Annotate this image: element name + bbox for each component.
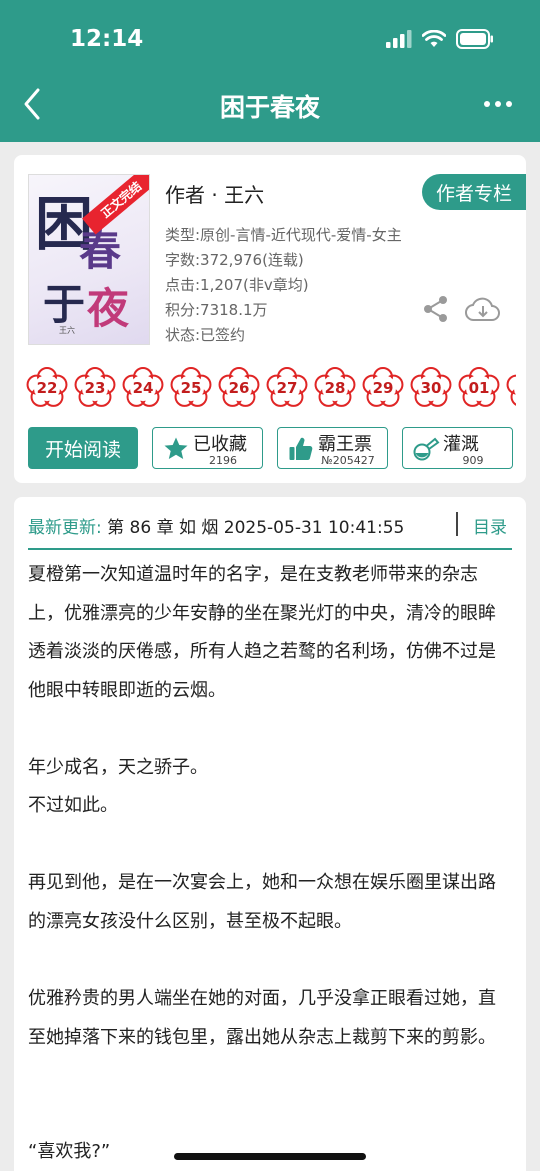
book-word-count: 字数:372,976(连载) [165, 251, 304, 269]
flower-badge: 26 [218, 367, 260, 409]
collect-count: 2196 [209, 454, 237, 467]
overlord-ticket-button[interactable]: 霸王票 №205427 [277, 427, 388, 469]
share-icon[interactable] [422, 295, 450, 323]
toc-divider [456, 512, 458, 536]
battery-icon [456, 29, 493, 49]
paragraph-3: 不过如此。 [28, 795, 118, 816]
flower-date: 27 [276, 379, 298, 397]
flower-date: 28 [324, 379, 346, 397]
overlord-ticket-count: №205427 [321, 454, 375, 467]
more-icon[interactable] [484, 101, 512, 107]
flower-badge: 22 [26, 367, 68, 409]
collect-button[interactable]: 已收藏 2196 [152, 427, 263, 469]
book-genre: 类型:原创-言情-近代现代-爱情-女主 [165, 226, 402, 244]
wifi-icon [422, 30, 446, 47]
latest-update-label: 最新更新: [28, 518, 102, 538]
status-time: 12:14 [70, 26, 144, 52]
irrigate-button[interactable]: 灌溉 909 [402, 427, 513, 469]
overlord-ticket-label: 霸王票 [318, 434, 372, 455]
latest-update[interactable]: 最新更新: 第 86 章 如 烟 2025-05-31 10:41:55 [28, 513, 404, 538]
flower-badge: 25 [170, 367, 212, 409]
cloud-download-icon[interactable] [465, 295, 501, 323]
irrigate-label: 灌溉 [443, 434, 479, 455]
toc-link[interactable]: 目录 [473, 513, 507, 538]
signal-icon [386, 30, 412, 48]
book-cover[interactable]: 困 春 于 夜 正文完结 王六 [28, 174, 150, 345]
flower-date: 22 [36, 379, 58, 397]
paragraph-4: 再见到他，是在一次宴会上，她和一众想在娱乐圈里谋出路的漂亮女孩没什么区别，甚至极… [28, 872, 496, 932]
author-column-button[interactable]: 作者专栏 [422, 174, 526, 210]
flower-badge: 01 [458, 367, 500, 409]
flower-date: 02 [506, 379, 516, 397]
latest-underline [28, 548, 512, 550]
book-status: 状态:已签约 [165, 326, 246, 344]
paragraph-1: 夏橙第一次知道温时年的名字，是在支教老师带来的杂志上，优雅漂亮的少年安静的坐在聚… [28, 564, 496, 701]
cover-char-3: 于 [43, 280, 86, 329]
book-points: 积分:7318.1万 [165, 301, 268, 319]
page-title: 困于春夜 [219, 93, 320, 122]
flask-icon [413, 437, 440, 461]
chapter-preview-card: 最新更新: 第 86 章 如 烟 2025-05-31 10:41:55 目录 … [14, 497, 526, 1171]
irrigate-count: 909 [462, 454, 484, 467]
paragraph-6: “喜欢我?” [28, 1141, 111, 1162]
star-icon [164, 437, 188, 459]
flower-badge: 02 [506, 367, 516, 409]
collect-label: 已收藏 [193, 434, 247, 455]
daily-update-flowers: 22 23 24 25 26 27 28 29 30 01 02 [26, 367, 516, 409]
author-name[interactable]: 作者 · 王六 [165, 179, 264, 208]
flower-date: 01 [468, 379, 490, 397]
flower-badge: 30 [410, 367, 452, 409]
cover-author-mark: 王六 [59, 326, 75, 335]
cover-char-4: 夜 [87, 284, 130, 333]
home-indicator [174, 1153, 366, 1160]
flower-badge: 27 [266, 367, 308, 409]
flower-badge: 24 [122, 367, 164, 409]
flower-date: 29 [372, 379, 394, 397]
paragraph-2: 年少成名，天之骄子。 [28, 757, 208, 778]
flower-badge: 23 [74, 367, 116, 409]
latest-chapter: 第 86 章 如 烟 2025-05-31 10:41:55 [101, 518, 405, 538]
flower-badge: 28 [314, 367, 356, 409]
start-reading-button[interactable]: 开始阅读 [28, 427, 138, 469]
flower-date: 23 [84, 379, 106, 397]
thumbs-up-icon [289, 437, 313, 460]
book-clicks: 点击:1,207(非v章均) [165, 276, 309, 294]
top-bar: 12:14 困于春夜 [0, 0, 540, 142]
flower-date: 30 [420, 379, 442, 397]
book-info-card: 困 春 于 夜 正文完结 王六 作者 · 王六 作者专栏 类型:原创-言情-近代… [14, 155, 526, 483]
flower-date: 25 [180, 379, 202, 397]
flower-badge: 29 [362, 367, 404, 409]
flower-date: 24 [132, 379, 154, 397]
flower-date: 26 [228, 379, 250, 397]
status-icons [386, 29, 494, 49]
paragraph-5: 优雅矜贵的男人端坐在她的对面，几乎没拿正眼看过她，直至她掉落下来的钱包里，露出她… [28, 988, 496, 1048]
